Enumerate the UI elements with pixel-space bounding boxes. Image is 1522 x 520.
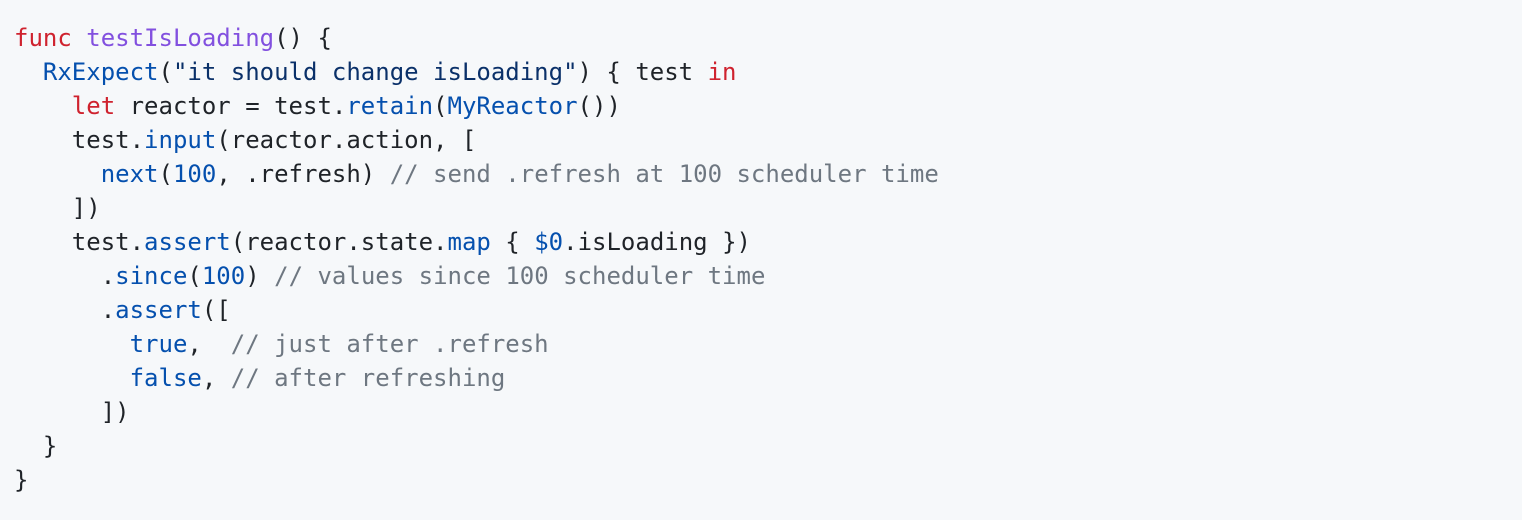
code-line: ]) <box>14 191 1522 225</box>
identifier-token: map <box>447 228 491 256</box>
function-name-token: testIsLoading <box>86 24 275 52</box>
keyword-token: func <box>14 24 72 52</box>
plain-text-token: } <box>14 466 29 494</box>
identifier-token: RxExpect <box>42 58 159 86</box>
plain-text-token <box>14 58 43 86</box>
plain-text-token: test. <box>14 126 145 154</box>
code-listing: func testIsLoading() { RxExpect("it shou… <box>14 21 1522 497</box>
code-line: func testIsLoading() { <box>14 21 1522 55</box>
identifier-token: input <box>144 126 217 154</box>
plain-text-token: () { <box>274 24 332 52</box>
plain-text-token <box>14 160 101 188</box>
code-line: next(100, .refresh) // send .refresh at … <box>14 157 1522 191</box>
code-line: } <box>14 463 1522 497</box>
plain-text-token: test. <box>14 228 145 256</box>
identifier-token: since <box>115 262 188 290</box>
plain-text-token: ( <box>158 58 173 86</box>
plain-text-token: { <box>490 228 535 256</box>
code-line: test.assert(reactor.state.map { $0.isLoa… <box>14 225 1522 259</box>
plain-text-token: .isLoading }) <box>563 228 751 256</box>
plain-text-token: (reactor.state. <box>230 228 448 256</box>
plain-text-token: ()) <box>577 92 621 120</box>
code-line: .since(100) // values since 100 schedule… <box>14 259 1522 293</box>
comment-token: // just after .refresh <box>230 330 549 358</box>
code-line: RxExpect("it should change isLoading") {… <box>14 55 1522 89</box>
plain-text-token: ( <box>187 262 202 290</box>
plain-text-token: . <box>14 262 116 290</box>
comment-token: // after refreshing <box>230 364 506 392</box>
comment-token: // values since 100 scheduler time <box>274 262 766 290</box>
plain-text-token: ( <box>433 92 448 120</box>
keyword-token: let <box>71 92 116 120</box>
string-literal-token: "it should change isLoading" <box>172 58 578 86</box>
plain-text-token: ]) <box>14 194 101 222</box>
keyword-token: in <box>707 58 737 86</box>
code-line: let reactor = test.retain(MyReactor()) <box>14 89 1522 123</box>
code-line: false, // after refreshing <box>14 361 1522 395</box>
identifier-token: true <box>129 330 188 358</box>
identifier-token: $0 <box>534 228 564 256</box>
code-line: test.input(reactor.action, [ <box>14 123 1522 157</box>
plain-text-token: reactor = test. <box>115 92 347 120</box>
identifier-token: false <box>129 364 202 392</box>
plain-text-token: ([ <box>201 296 231 324</box>
plain-text-token: } <box>14 432 58 460</box>
plain-text-token: , .refresh) <box>216 160 390 188</box>
plain-text-token: ) <box>245 262 275 290</box>
code-block: func testIsLoading() { RxExpect("it shou… <box>0 0 1522 520</box>
identifier-token: assert <box>115 296 202 324</box>
identifier-token: next <box>100 160 159 188</box>
number-literal-token: 100 <box>172 160 217 188</box>
comment-token: // send .refresh at 100 scheduler time <box>389 160 939 188</box>
identifier-token: retain <box>346 92 434 120</box>
plain-text-token <box>14 364 130 392</box>
plain-text-token <box>72 24 86 52</box>
plain-text-token: , <box>201 364 231 392</box>
plain-text-token: (reactor.action, [ <box>216 126 477 154</box>
plain-text-token: , <box>187 330 231 358</box>
identifier-token: assert <box>144 228 231 256</box>
code-line: .assert([ <box>14 293 1522 327</box>
plain-text-token <box>14 330 130 358</box>
plain-text-token: ) { test <box>577 58 708 86</box>
code-line: ]) <box>14 395 1522 429</box>
identifier-token: MyReactor <box>447 92 578 120</box>
plain-text-token: ( <box>158 160 173 188</box>
plain-text-token: ]) <box>14 398 130 426</box>
number-literal-token: 100 <box>201 262 246 290</box>
plain-text-token: . <box>14 296 116 324</box>
code-line: true, // just after .refresh <box>14 327 1522 361</box>
code-line: } <box>14 429 1522 463</box>
plain-text-token <box>14 92 72 120</box>
